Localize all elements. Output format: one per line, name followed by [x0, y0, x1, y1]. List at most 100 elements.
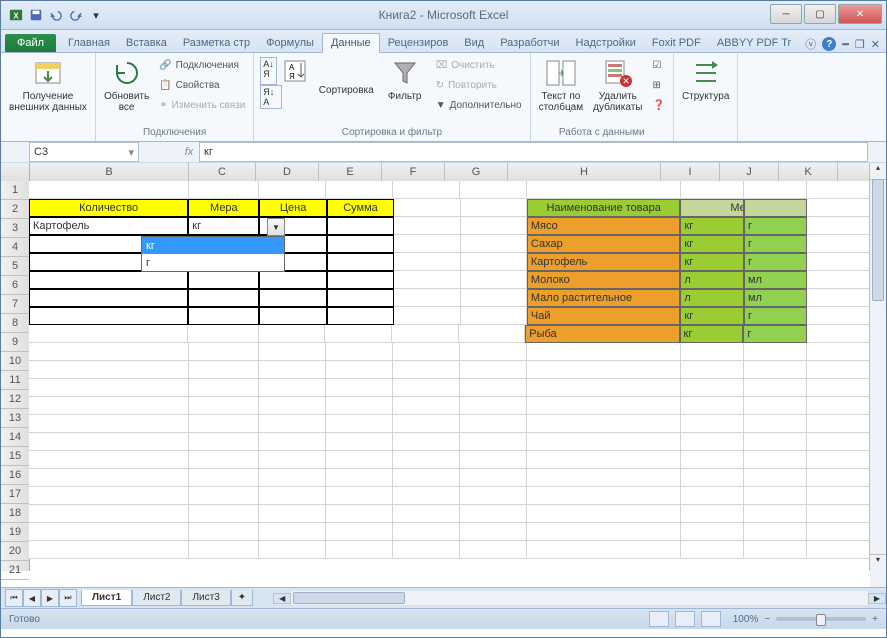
cell[interactable]: [326, 397, 393, 415]
row-header[interactable]: 10: [1, 352, 29, 371]
cell[interactable]: Чай: [527, 307, 681, 325]
cell[interactable]: [681, 379, 744, 397]
cell[interactable]: [29, 487, 189, 505]
cell[interactable]: [681, 469, 744, 487]
cell[interactable]: [189, 415, 260, 433]
cell[interactable]: [259, 361, 326, 379]
row-header[interactable]: 16: [1, 466, 29, 485]
cell[interactable]: [259, 271, 326, 289]
cell[interactable]: [189, 343, 260, 361]
cell[interactable]: [744, 181, 807, 199]
cell[interactable]: кг: [680, 325, 744, 343]
row-header[interactable]: 13: [1, 409, 29, 428]
cell[interactable]: [461, 199, 527, 217]
cell[interactable]: [807, 307, 870, 325]
column-header[interactable]: H: [508, 163, 661, 181]
cell[interactable]: [681, 181, 744, 199]
cell[interactable]: г: [743, 325, 807, 343]
dropdown-option[interactable]: г: [142, 254, 284, 271]
cell[interactable]: [29, 415, 189, 433]
cell[interactable]: [744, 415, 807, 433]
cell[interactable]: [807, 523, 870, 541]
cell[interactable]: Сахар: [527, 235, 681, 253]
formula-input[interactable]: кг: [199, 142, 868, 162]
cell[interactable]: [807, 235, 870, 253]
cell[interactable]: [394, 307, 460, 325]
cell[interactable]: [327, 235, 394, 253]
row-header[interactable]: 14: [1, 428, 29, 447]
cell[interactable]: кг: [680, 235, 744, 253]
cell[interactable]: [807, 379, 870, 397]
sheet-nav-prev[interactable]: ◀: [23, 589, 41, 607]
cell[interactable]: [807, 469, 870, 487]
column-header[interactable]: G: [445, 163, 508, 181]
close-button[interactable]: ✕: [838, 4, 882, 24]
column-header[interactable]: C: [189, 163, 256, 181]
cell[interactable]: [807, 397, 870, 415]
cell[interactable]: [460, 433, 527, 451]
cell[interactable]: [325, 325, 392, 343]
normal-view-button[interactable]: [649, 611, 669, 627]
cell[interactable]: [527, 487, 681, 505]
cell[interactable]: мл: [744, 271, 808, 289]
cell[interactable]: [326, 469, 393, 487]
cell[interactable]: [681, 505, 744, 523]
data-validation-button[interactable]: ☑: [648, 55, 668, 75]
cell[interactable]: [807, 361, 870, 379]
cell[interactable]: [527, 469, 681, 487]
cell[interactable]: [327, 289, 394, 307]
column-header[interactable]: E: [319, 163, 382, 181]
tab-abbyy[interactable]: ABBYY PDF Tr: [709, 34, 799, 52]
cell[interactable]: [807, 271, 870, 289]
cell[interactable]: [259, 289, 326, 307]
cell[interactable]: [460, 415, 527, 433]
hscroll-right[interactable]: ▶: [868, 593, 886, 604]
cell[interactable]: [744, 379, 807, 397]
row-header[interactable]: 4: [1, 238, 29, 257]
cell[interactable]: [744, 199, 808, 217]
cell[interactable]: [744, 505, 807, 523]
cell[interactable]: [259, 505, 326, 523]
sheet-tab[interactable]: Лист1: [81, 590, 132, 606]
cell[interactable]: [393, 433, 460, 451]
cell[interactable]: [681, 523, 744, 541]
cell[interactable]: [189, 541, 260, 559]
cell[interactable]: [460, 523, 527, 541]
cell[interactable]: [744, 541, 807, 559]
cell[interactable]: кг: [680, 253, 744, 271]
cell[interactable]: [394, 199, 460, 217]
row-header[interactable]: 11: [1, 371, 29, 390]
cell[interactable]: [744, 469, 807, 487]
row-header[interactable]: 15: [1, 447, 29, 466]
cell[interactable]: [326, 523, 393, 541]
sheet-nav-last[interactable]: ⏭: [59, 589, 77, 607]
connections-button[interactable]: 🔗Подключения: [155, 55, 249, 75]
cell[interactable]: [460, 469, 527, 487]
cell[interactable]: [393, 541, 460, 559]
cell[interactable]: [744, 487, 807, 505]
cell[interactable]: [527, 415, 681, 433]
mdi-minimize-icon[interactable]: ━: [842, 38, 849, 51]
cell[interactable]: [744, 523, 807, 541]
cell[interactable]: [393, 415, 460, 433]
cell[interactable]: [259, 397, 326, 415]
cell[interactable]: [259, 523, 326, 541]
row-header[interactable]: 18: [1, 504, 29, 523]
cell[interactable]: Мера: [188, 199, 259, 217]
cell[interactable]: [29, 541, 189, 559]
sheet-nav-next[interactable]: ▶: [41, 589, 59, 607]
tab-foxit[interactable]: Foxit PDF: [644, 34, 709, 52]
cell[interactable]: [326, 343, 393, 361]
cell[interactable]: [461, 289, 527, 307]
tab-formulas[interactable]: Формулы: [258, 34, 322, 52]
remove-duplicates-button[interactable]: ✕ Удалить дубликаты: [589, 55, 646, 115]
save-icon[interactable]: [27, 6, 45, 24]
cell[interactable]: [461, 235, 527, 253]
cell[interactable]: [460, 361, 527, 379]
cell[interactable]: [527, 397, 681, 415]
cell[interactable]: [29, 523, 189, 541]
cell[interactable]: [744, 361, 807, 379]
cell[interactable]: [393, 397, 460, 415]
cell[interactable]: [527, 523, 681, 541]
cell[interactable]: [744, 433, 807, 451]
